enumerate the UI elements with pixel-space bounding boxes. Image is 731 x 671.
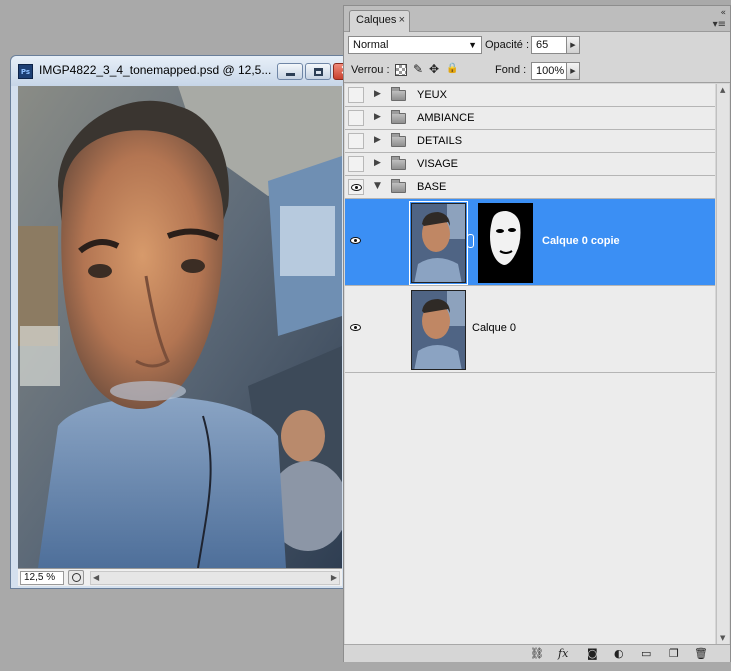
expand-arrow-icon[interactable]: ▶: [374, 158, 381, 168]
layers-vertical-scrollbar[interactable]: ▲ ▼: [716, 84, 729, 644]
group-name: AMBIANCE: [417, 112, 475, 124]
folder-icon: [391, 156, 406, 170]
layers-footer-toolbar: ⛓ fx ◙ ◐ ▭ ❐ 🗑: [344, 644, 730, 662]
fill-label: Fond :: [495, 64, 527, 76]
layer-thumbnail[interactable]: [409, 201, 468, 285]
eye-icon: [350, 237, 361, 244]
group-name: DETAILS: [417, 135, 463, 147]
collapse-panel-icon[interactable]: «: [720, 8, 726, 18]
document-window[interactable]: Ps IMGP4822_3_4_tonemapped.psd @ 12,5...…: [10, 55, 355, 589]
maximize-icon: [314, 68, 323, 76]
fill-stepper[interactable]: ▶: [566, 62, 580, 80]
layers-list: ▶ YEUX ▶ AMBIANCE ▶ DETAILS ▶ VISAGE ▼ B…: [345, 84, 715, 644]
layer-mask-thumbnail[interactable]: [478, 203, 533, 283]
folder-icon: [391, 110, 406, 124]
image-canvas[interactable]: [18, 86, 342, 568]
scroll-left-icon[interactable]: ◀: [93, 573, 99, 582]
visibility-toggle[interactable]: [348, 156, 364, 172]
lock-options-row: Verrou : ✎ ✥ 🔒 Fond : 100% ▶: [344, 59, 730, 83]
layer-group-row[interactable]: ▶ AMBIANCE: [345, 107, 715, 130]
horizontal-scrollbar[interactable]: ◀ ▶: [90, 571, 340, 585]
adjustment-layer-icon[interactable]: ◐: [614, 647, 624, 661]
new-group-icon[interactable]: ▭: [641, 647, 651, 661]
scroll-up-icon[interactable]: ▲: [720, 86, 725, 94]
group-name: BASE: [417, 181, 447, 193]
opacity-stepper[interactable]: ▶: [566, 36, 580, 54]
group-name: YEUX: [417, 89, 447, 101]
tab-layers-label: Calques: [356, 14, 397, 26]
blend-mode-select[interactable]: Normal ▼: [348, 36, 482, 54]
link-layers-icon[interactable]: ⛓: [530, 647, 544, 661]
folder-icon: [391, 179, 406, 193]
visibility-toggle[interactable]: [348, 320, 364, 336]
document-titlebar[interactable]: Ps IMGP4822_3_4_tonemapped.psd @ 12,5...…: [11, 56, 355, 86]
photoshop-icon: Ps: [18, 64, 33, 79]
eye-icon: [351, 184, 362, 191]
visibility-toggle[interactable]: [348, 233, 364, 249]
scroll-right-icon[interactable]: ▶: [331, 573, 337, 582]
new-layer-icon[interactable]: ❐: [669, 647, 679, 661]
opacity-input[interactable]: 65: [531, 36, 567, 54]
add-mask-icon[interactable]: ◙: [587, 647, 598, 661]
layer-row-selected[interactable]: Calque 0 copie: [345, 199, 715, 286]
status-menu-button[interactable]: [68, 570, 84, 585]
dropdown-arrow-icon: ▼: [468, 40, 477, 50]
lock-all-icon[interactable]: 🔒: [446, 62, 458, 76]
visibility-toggle[interactable]: [348, 133, 364, 149]
layer-row[interactable]: Calque 0: [345, 286, 715, 373]
maximize-button[interactable]: [305, 63, 331, 80]
lock-position-icon[interactable]: ✥: [429, 62, 439, 76]
lock-pixels-icon[interactable]: ✎: [413, 62, 423, 76]
zoom-field[interactable]: 12,5 %: [20, 571, 64, 585]
layer-name[interactable]: Calque 0 copie: [542, 235, 620, 247]
layer-group-row[interactable]: ▶ YEUX: [345, 84, 715, 107]
layer-group-row[interactable]: ▶ VISAGE: [345, 153, 715, 176]
expand-arrow-icon[interactable]: ▶: [374, 135, 381, 145]
eye-icon: [350, 324, 361, 331]
mask-image: [478, 203, 533, 283]
tab-layers[interactable]: Calques ×: [349, 10, 410, 32]
minimize-button[interactable]: [277, 63, 303, 80]
thumbnail-image: [412, 291, 465, 369]
expand-arrow-icon[interactable]: ▶: [374, 89, 381, 99]
scroll-down-icon[interactable]: ▼: [720, 634, 725, 642]
document-statusbar: 12,5 % ◀ ▶: [18, 568, 342, 586]
panel-tabbar: Calques × « ▾≡: [344, 6, 730, 32]
fx-icon[interactable]: fx: [558, 647, 568, 661]
expand-arrow-icon[interactable]: ▶: [374, 112, 381, 122]
layer-group-row[interactable]: ▼ BASE: [345, 176, 715, 199]
group-name: VISAGE: [417, 158, 458, 170]
folder-icon: [391, 133, 406, 147]
tab-close-icon[interactable]: ×: [399, 11, 405, 30]
trash-icon[interactable]: 🗑: [694, 647, 708, 661]
thumbnail-image: [412, 204, 465, 282]
layer-group-row[interactable]: ▶ DETAILS: [345, 130, 715, 153]
blend-options-row: Normal ▼ Opacité : 65 ▶: [344, 32, 730, 59]
collapse-arrow-icon[interactable]: ▼: [374, 181, 381, 191]
layer-name[interactable]: Calque 0: [472, 322, 516, 334]
fill-input[interactable]: 100%: [531, 62, 567, 80]
lock-label: Verrou :: [351, 64, 390, 76]
document-title: IMGP4822_3_4_tonemapped.psd @ 12,5...: [39, 63, 271, 77]
visibility-toggle[interactable]: [348, 179, 364, 195]
mask-link-icon[interactable]: [467, 234, 474, 248]
visibility-toggle[interactable]: [348, 110, 364, 126]
visibility-toggle[interactable]: [348, 87, 364, 103]
panel-menu-icon[interactable]: ▾≡: [713, 19, 726, 30]
layers-panel: Calques × « ▾≡ Normal ▼ Opacité : 65 ▶ V…: [343, 5, 731, 662]
layer-thumbnail[interactable]: [411, 290, 466, 370]
folder-icon: [391, 87, 406, 101]
opacity-label: Opacité :: [485, 39, 530, 51]
minimize-icon: [286, 73, 295, 76]
portrait-photo: [18, 86, 342, 568]
blend-mode-value: Normal: [353, 39, 389, 51]
lock-transparency-icon[interactable]: [395, 64, 407, 76]
